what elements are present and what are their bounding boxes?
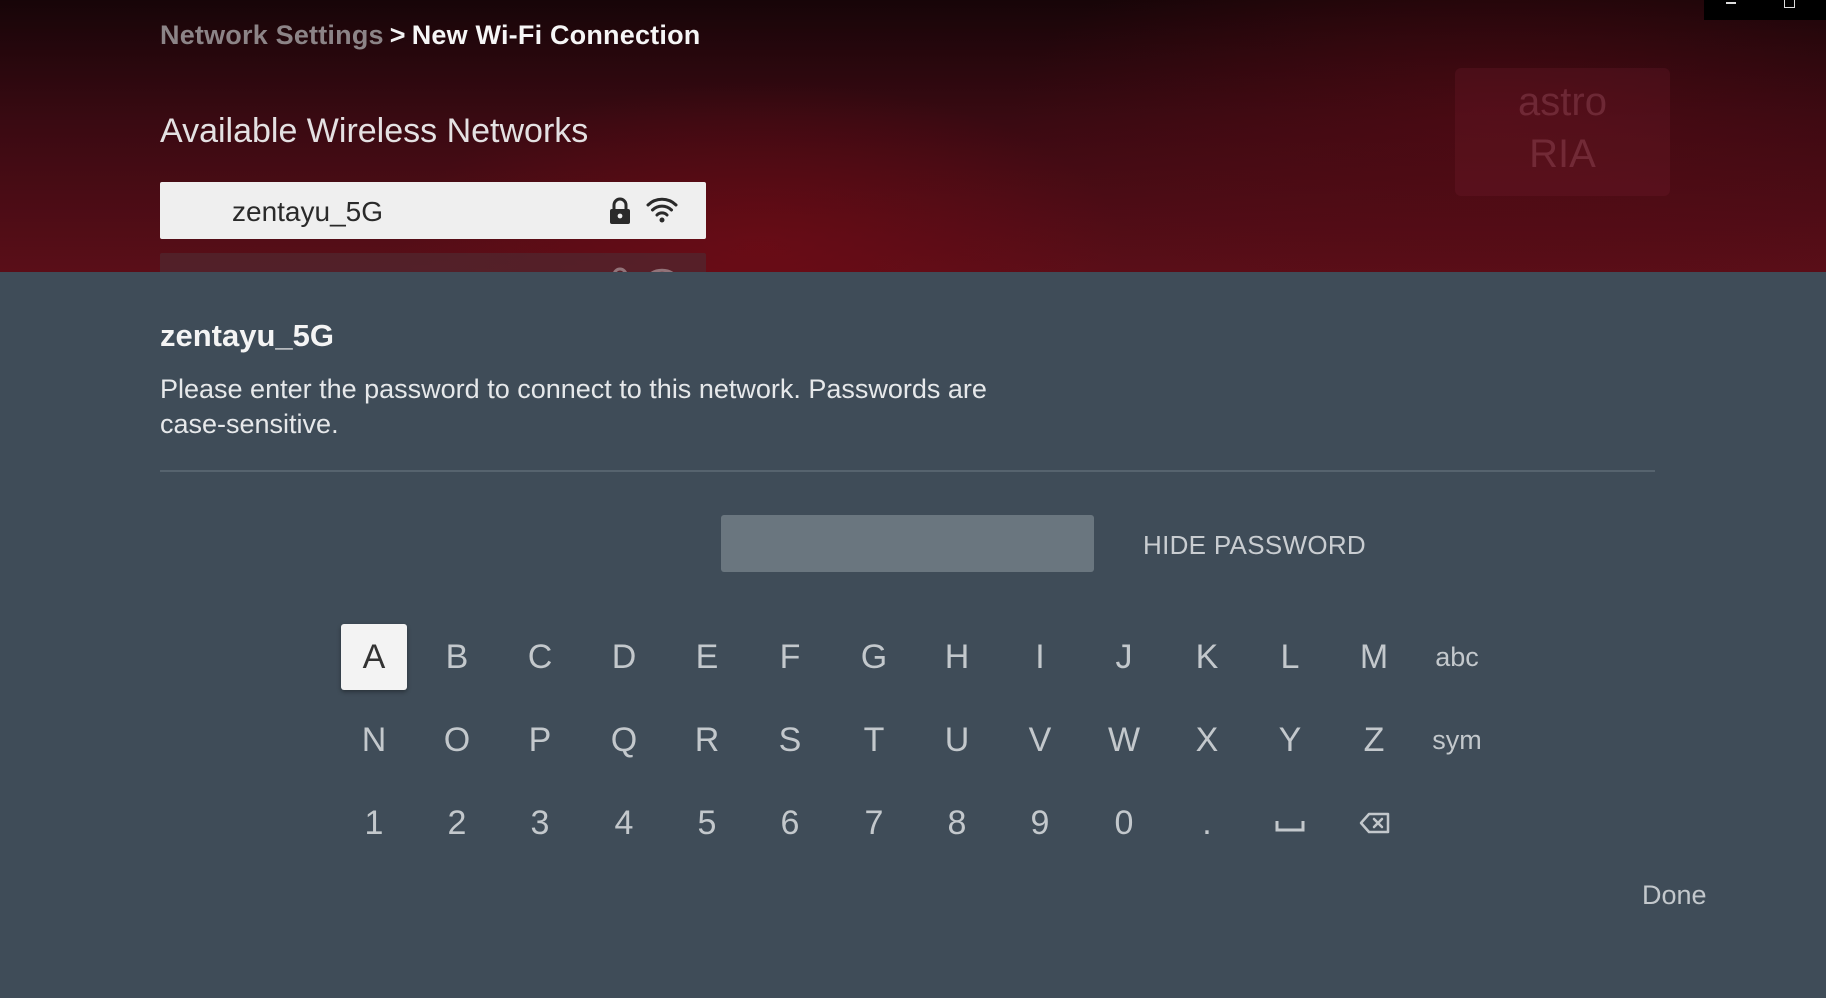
background-screen: Network Settings > New Wi-Fi Connection Av… xyxy=(0,0,1826,272)
minimize-icon[interactable] xyxy=(1726,2,1736,4)
key-d[interactable]: D xyxy=(591,624,657,690)
key-h[interactable]: H xyxy=(924,624,990,690)
key-l[interactable]: L xyxy=(1257,624,1323,690)
dialog-network-name: zentayu_5G xyxy=(160,318,335,353)
key-2[interactable]: 2 xyxy=(424,790,490,856)
key-9[interactable]: 9 xyxy=(1007,790,1073,856)
key-r[interactable]: R xyxy=(674,707,740,773)
watermark-logo: astro RIA xyxy=(1455,68,1670,196)
key-1[interactable]: 1 xyxy=(341,790,407,856)
key-abc[interactable]: abc xyxy=(1424,624,1490,690)
key-n[interactable]: N xyxy=(341,707,407,773)
key-u[interactable]: U xyxy=(924,707,990,773)
key-i[interactable]: I xyxy=(1007,624,1073,690)
breadcrumb: Network Settings > New Wi-Fi Connection xyxy=(160,20,700,51)
key-k[interactable]: K xyxy=(1174,624,1240,690)
key-6[interactable]: 6 xyxy=(757,790,823,856)
key-space[interactable] xyxy=(1257,790,1323,856)
key-period[interactable]: . xyxy=(1174,790,1240,856)
wifi-full-icon xyxy=(646,196,678,224)
done-button[interactable]: Done xyxy=(1642,880,1707,911)
key-x[interactable]: X xyxy=(1174,707,1240,773)
key-o[interactable]: O xyxy=(424,707,490,773)
breadcrumb-parent[interactable]: Network Settings xyxy=(160,20,384,50)
key-c[interactable]: C xyxy=(507,624,573,690)
key-s[interactable]: S xyxy=(757,707,823,773)
lock-icon xyxy=(608,197,632,225)
hide-password-button[interactable]: HIDE PASSWORD xyxy=(1143,530,1366,561)
key-g[interactable]: G xyxy=(841,624,907,690)
window-controls xyxy=(1704,0,1826,20)
breadcrumb-current: New Wi-Fi Connection xyxy=(411,20,701,50)
key-8[interactable]: 8 xyxy=(924,790,990,856)
restore-icon[interactable] xyxy=(1784,0,1795,8)
key-4[interactable]: 4 xyxy=(591,790,657,856)
network-item-partial[interactable] xyxy=(160,253,706,272)
key-a[interactable]: A xyxy=(341,624,407,690)
space-icon xyxy=(1275,821,1305,832)
key-z[interactable]: Z xyxy=(1341,707,1407,773)
network-name: zentayu_5G xyxy=(232,196,383,227)
key-y[interactable]: Y xyxy=(1257,707,1323,773)
key-t[interactable]: T xyxy=(841,707,907,773)
password-dialog: zentayu_5G Please enter the password to … xyxy=(0,272,1826,998)
key-0[interactable]: 0 xyxy=(1091,790,1157,856)
key-w[interactable]: W xyxy=(1091,707,1157,773)
key-p[interactable]: P xyxy=(507,707,573,773)
key-b[interactable]: B xyxy=(424,624,490,690)
key-j[interactable]: J xyxy=(1091,624,1157,690)
password-input[interactable] xyxy=(721,515,1094,572)
key-m[interactable]: M xyxy=(1341,624,1407,690)
key-q[interactable]: Q xyxy=(591,707,657,773)
key-7[interactable]: 7 xyxy=(841,790,907,856)
breadcrumb-separator: > xyxy=(389,20,406,50)
key-sym[interactable]: sym xyxy=(1424,707,1490,773)
key-3[interactable]: 3 xyxy=(507,790,573,856)
dialog-message: Please enter the password to connect to … xyxy=(160,374,987,439)
network-item[interactable]: zentayu_5G xyxy=(160,182,706,239)
divider xyxy=(160,470,1655,472)
key-v[interactable]: V xyxy=(1007,707,1073,773)
on-screen-keyboard: A B C D E F G H I J K L M abc N O P Q R … xyxy=(341,624,1505,874)
backspace-icon xyxy=(1359,812,1390,834)
section-title: Available Wireless Networks xyxy=(160,112,589,150)
key-5[interactable]: 5 xyxy=(674,790,740,856)
key-backspace[interactable] xyxy=(1341,790,1407,856)
key-f[interactable]: F xyxy=(757,624,823,690)
watermark-line2: RIA xyxy=(1529,132,1596,176)
key-e[interactable]: E xyxy=(674,624,740,690)
watermark-line1: astro xyxy=(1518,80,1607,124)
